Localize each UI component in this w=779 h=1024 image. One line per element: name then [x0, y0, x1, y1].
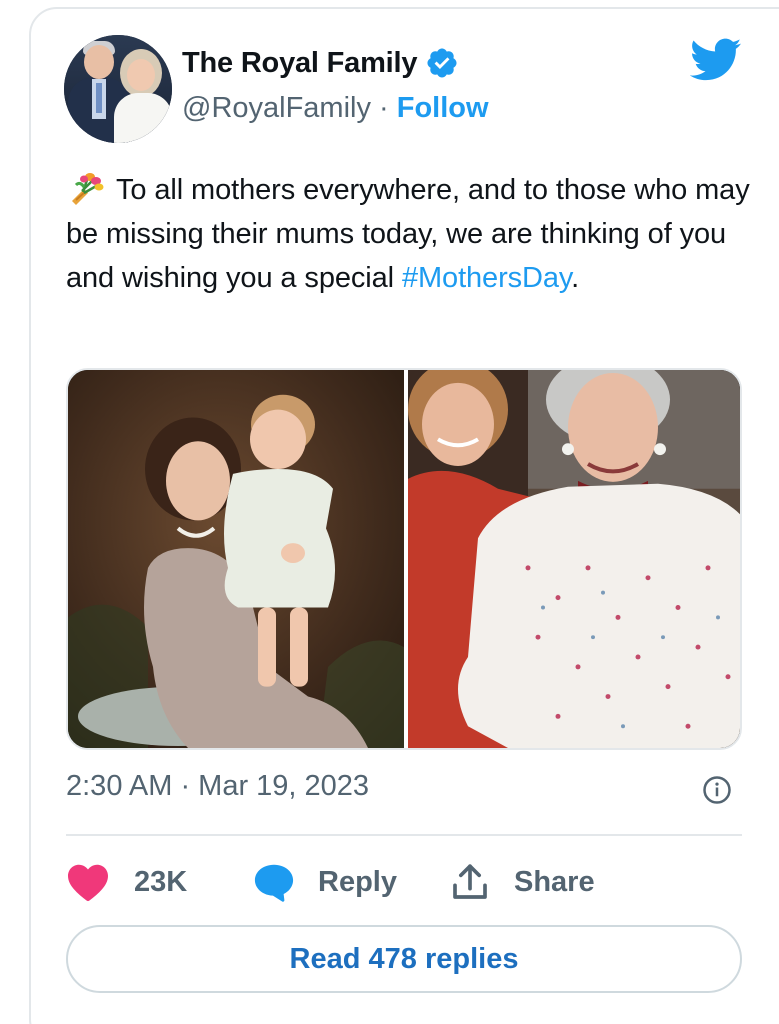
photo-mother-with-baby[interactable] [68, 370, 404, 748]
photo-two-women[interactable] [408, 370, 742, 748]
tweet-media[interactable] [66, 368, 742, 750]
like-count: 23K [134, 865, 188, 898]
info-icon[interactable] [702, 775, 732, 805]
share-icon [453, 864, 487, 899]
author-handle-row: @RoyalFamily · Follow [182, 92, 489, 125]
like-button[interactable]: 23K [66, 858, 187, 906]
author-name-row[interactable]: The Royal Family [182, 46, 459, 80]
reply-button[interactable]: Reply [252, 858, 397, 906]
author-handle[interactable]: @RoyalFamily [182, 92, 371, 124]
reply-bubble-icon [254, 864, 294, 902]
read-replies-button[interactable]: Read 478 replies [66, 925, 742, 993]
twitter-bird-icon[interactable] [690, 38, 742, 82]
heart-icon [68, 864, 108, 902]
tweet-timestamp[interactable]: 2:30 AM · Mar 19, 2023 [66, 770, 369, 803]
share-button[interactable]: Share [450, 858, 595, 906]
reply-label: Reply [318, 865, 397, 898]
read-replies-label: Read 478 replies [289, 942, 519, 975]
bouquet-icon [72, 173, 104, 205]
verified-badge-icon [427, 48, 457, 78]
hashtag-link[interactable]: #MothersDay [402, 262, 571, 294]
follow-button[interactable]: Follow [397, 92, 489, 124]
avatar[interactable] [64, 35, 172, 143]
tweet-text: To all mothers everywhere, and to those … [66, 168, 756, 300]
share-label: Share [514, 865, 595, 898]
author-name[interactable]: The Royal Family [182, 47, 418, 80]
tweet-end: . [571, 262, 580, 294]
handle-separator: · [370, 92, 397, 124]
actions-divider [66, 834, 742, 836]
